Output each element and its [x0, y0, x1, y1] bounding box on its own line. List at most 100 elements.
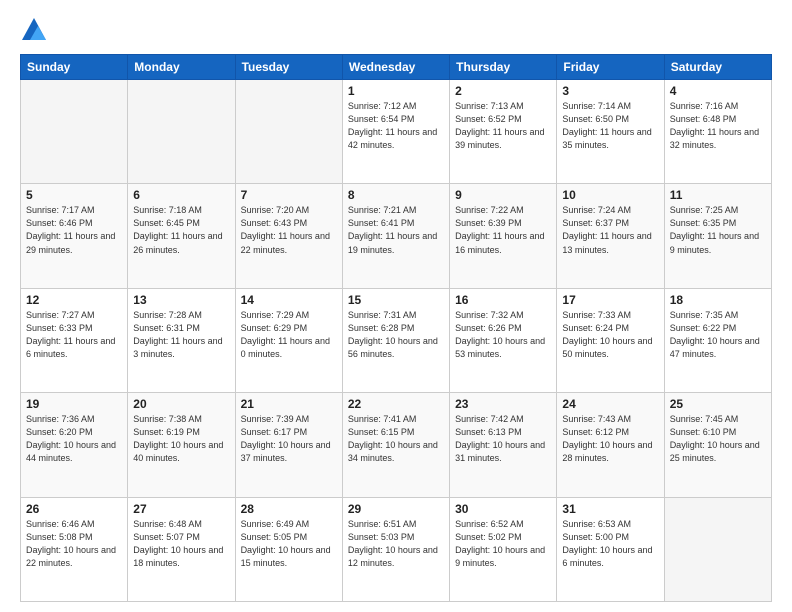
calendar-cell: 17 Sunrise: 7:33 AM Sunset: 6:24 PM Dayli… [557, 288, 664, 392]
day-number: 2 [455, 84, 551, 98]
calendar-cell: 6 Sunrise: 7:18 AM Sunset: 6:45 PM Daylig… [128, 184, 235, 288]
day-info: Sunrise: 7:39 AM Sunset: 6:17 PM Dayligh… [241, 413, 337, 465]
day-number: 6 [133, 188, 229, 202]
day-number: 21 [241, 397, 337, 411]
calendar-cell: 3 Sunrise: 7:14 AM Sunset: 6:50 PM Daylig… [557, 80, 664, 184]
calendar-cell: 5 Sunrise: 7:17 AM Sunset: 6:46 PM Daylig… [21, 184, 128, 288]
day-number: 12 [26, 293, 122, 307]
calendar-cell: 1 Sunrise: 7:12 AM Sunset: 6:54 PM Daylig… [342, 80, 449, 184]
day-number: 26 [26, 502, 122, 516]
calendar-cell: 27Sunrise: 6:48 AM Sunset: 5:07 PM Dayli… [128, 497, 235, 601]
generalblue-icon [20, 16, 48, 44]
weekday-header-thursday: Thursday [450, 55, 557, 80]
day-number: 7 [241, 188, 337, 202]
day-number: 4 [670, 84, 766, 98]
day-number: 30 [455, 502, 551, 516]
day-info: Sunrise: 6:49 AM Sunset: 5:05 PM Dayligh… [241, 518, 337, 570]
calendar-cell: 30 Sunrise: 6:52 AM Sunset: 5:02 PM Dayli… [450, 497, 557, 601]
calendar-cell: 16 Sunrise: 7:32 AM Sunset: 6:26 PM Dayli… [450, 288, 557, 392]
day-info: Sunrise: 6:51 AM Sunset: 5:03 PM Dayligh… [348, 518, 444, 570]
day-number: 29 [348, 502, 444, 516]
day-info: Sunrise: 7:20 AM Sunset: 6:43 PM Dayligh… [241, 204, 337, 256]
weekday-header-tuesday: Tuesday [235, 55, 342, 80]
day-number: 18 [670, 293, 766, 307]
calendar-week-row: 5 Sunrise: 7:17 AM Sunset: 6:46 PM Daylig… [21, 184, 772, 288]
calendar-cell: 18Sunrise: 7:35 AM Sunset: 6:22 PM Dayli… [664, 288, 771, 392]
calendar-cell: 9Sunrise: 7:22 AM Sunset: 6:39 PM Daylig… [450, 184, 557, 288]
calendar-cell: 22 Sunrise: 7:41 AM Sunset: 6:15 PM Dayli… [342, 393, 449, 497]
day-info: Sunrise: 7:24 AM Sunset: 6:37 PM Dayligh… [562, 204, 658, 256]
page: SundayMondayTuesdayWednesdayThursdayFrid… [0, 0, 792, 612]
day-info: Sunrise: 7:29 AM Sunset: 6:29 PM Dayligh… [241, 309, 337, 361]
calendar-cell: 10 Sunrise: 7:24 AM Sunset: 6:37 PM Dayli… [557, 184, 664, 288]
day-info: Sunrise: 7:42 AM Sunset: 6:13 PM Dayligh… [455, 413, 551, 465]
calendar-cell: 7 Sunrise: 7:20 AM Sunset: 6:43 PM Daylig… [235, 184, 342, 288]
calendar-cell: 19 Sunrise: 7:36 AM Sunset: 6:20 PM Dayli… [21, 393, 128, 497]
day-number: 1 [348, 84, 444, 98]
day-info: Sunrise: 7:13 AM Sunset: 6:52 PM Dayligh… [455, 100, 551, 152]
day-number: 5 [26, 188, 122, 202]
day-number: 19 [26, 397, 122, 411]
calendar-week-row: 19 Sunrise: 7:36 AM Sunset: 6:20 PM Dayli… [21, 393, 772, 497]
calendar-table: SundayMondayTuesdayWednesdayThursdayFrid… [20, 54, 772, 602]
calendar-cell: 26Sunrise: 6:46 AM Sunset: 5:08 PM Dayli… [21, 497, 128, 601]
day-info: Sunrise: 7:22 AM Sunset: 6:39 PM Dayligh… [455, 204, 551, 256]
day-info: Sunrise: 7:27 AM Sunset: 6:33 PM Dayligh… [26, 309, 122, 361]
calendar-cell: 21 Sunrise: 7:39 AM Sunset: 6:17 PM Dayli… [235, 393, 342, 497]
logo [20, 16, 52, 44]
day-info: Sunrise: 6:52 AM Sunset: 5:02 PM Dayligh… [455, 518, 551, 570]
day-info: Sunrise: 7:14 AM Sunset: 6:50 PM Dayligh… [562, 100, 658, 152]
day-number: 15 [348, 293, 444, 307]
day-number: 28 [241, 502, 337, 516]
day-info: Sunrise: 7:33 AM Sunset: 6:24 PM Dayligh… [562, 309, 658, 361]
day-info: Sunrise: 7:16 AM Sunset: 6:48 PM Dayligh… [670, 100, 766, 152]
day-number: 11 [670, 188, 766, 202]
day-info: Sunrise: 7:41 AM Sunset: 6:15 PM Dayligh… [348, 413, 444, 465]
weekday-header-wednesday: Wednesday [342, 55, 449, 80]
calendar-cell [21, 80, 128, 184]
calendar-week-row: 26Sunrise: 6:46 AM Sunset: 5:08 PM Dayli… [21, 497, 772, 601]
day-number: 8 [348, 188, 444, 202]
calendar-cell: 8 Sunrise: 7:21 AM Sunset: 6:41 PM Daylig… [342, 184, 449, 288]
calendar-cell: 11Sunrise: 7:25 AM Sunset: 6:35 PM Dayli… [664, 184, 771, 288]
calendar-cell: 13Sunrise: 7:28 AM Sunset: 6:31 PM Dayli… [128, 288, 235, 392]
calendar-cell [128, 80, 235, 184]
day-info: Sunrise: 7:12 AM Sunset: 6:54 PM Dayligh… [348, 100, 444, 152]
weekday-header-monday: Monday [128, 55, 235, 80]
calendar-cell [235, 80, 342, 184]
day-info: Sunrise: 7:18 AM Sunset: 6:45 PM Dayligh… [133, 204, 229, 256]
day-info: Sunrise: 7:45 AM Sunset: 6:10 PM Dayligh… [670, 413, 766, 465]
weekday-header-friday: Friday [557, 55, 664, 80]
calendar-cell: 31 Sunrise: 6:53 AM Sunset: 5:00 PM Dayli… [557, 497, 664, 601]
day-number: 16 [455, 293, 551, 307]
weekday-header-saturday: Saturday [664, 55, 771, 80]
calendar-cell: 23 Sunrise: 7:42 AM Sunset: 6:13 PM Dayli… [450, 393, 557, 497]
header [20, 16, 772, 44]
day-info: Sunrise: 7:28 AM Sunset: 6:31 PM Dayligh… [133, 309, 229, 361]
day-number: 10 [562, 188, 658, 202]
calendar-cell: 2 Sunrise: 7:13 AM Sunset: 6:52 PM Daylig… [450, 80, 557, 184]
calendar-cell: 4 Sunrise: 7:16 AM Sunset: 6:48 PM Daylig… [664, 80, 771, 184]
day-number: 20 [133, 397, 229, 411]
day-info: Sunrise: 6:53 AM Sunset: 5:00 PM Dayligh… [562, 518, 658, 570]
day-info: Sunrise: 7:32 AM Sunset: 6:26 PM Dayligh… [455, 309, 551, 361]
day-info: Sunrise: 7:43 AM Sunset: 6:12 PM Dayligh… [562, 413, 658, 465]
day-info: Sunrise: 7:31 AM Sunset: 6:28 PM Dayligh… [348, 309, 444, 361]
day-number: 31 [562, 502, 658, 516]
day-number: 17 [562, 293, 658, 307]
calendar-cell: 29 Sunrise: 6:51 AM Sunset: 5:03 PM Dayli… [342, 497, 449, 601]
day-info: Sunrise: 7:17 AM Sunset: 6:46 PM Dayligh… [26, 204, 122, 256]
weekday-header-sunday: Sunday [21, 55, 128, 80]
calendar-cell: 15 Sunrise: 7:31 AM Sunset: 6:28 PM Dayli… [342, 288, 449, 392]
day-number: 3 [562, 84, 658, 98]
day-info: Sunrise: 7:21 AM Sunset: 6:41 PM Dayligh… [348, 204, 444, 256]
day-number: 14 [241, 293, 337, 307]
day-number: 23 [455, 397, 551, 411]
calendar-cell: 28 Sunrise: 6:49 AM Sunset: 5:05 PM Dayli… [235, 497, 342, 601]
day-info: Sunrise: 7:36 AM Sunset: 6:20 PM Dayligh… [26, 413, 122, 465]
day-number: 22 [348, 397, 444, 411]
calendar-week-row: 1 Sunrise: 7:12 AM Sunset: 6:54 PM Daylig… [21, 80, 772, 184]
calendar-cell [664, 497, 771, 601]
day-info: Sunrise: 6:48 AM Sunset: 5:07 PM Dayligh… [133, 518, 229, 570]
day-info: Sunrise: 7:38 AM Sunset: 6:19 PM Dayligh… [133, 413, 229, 465]
